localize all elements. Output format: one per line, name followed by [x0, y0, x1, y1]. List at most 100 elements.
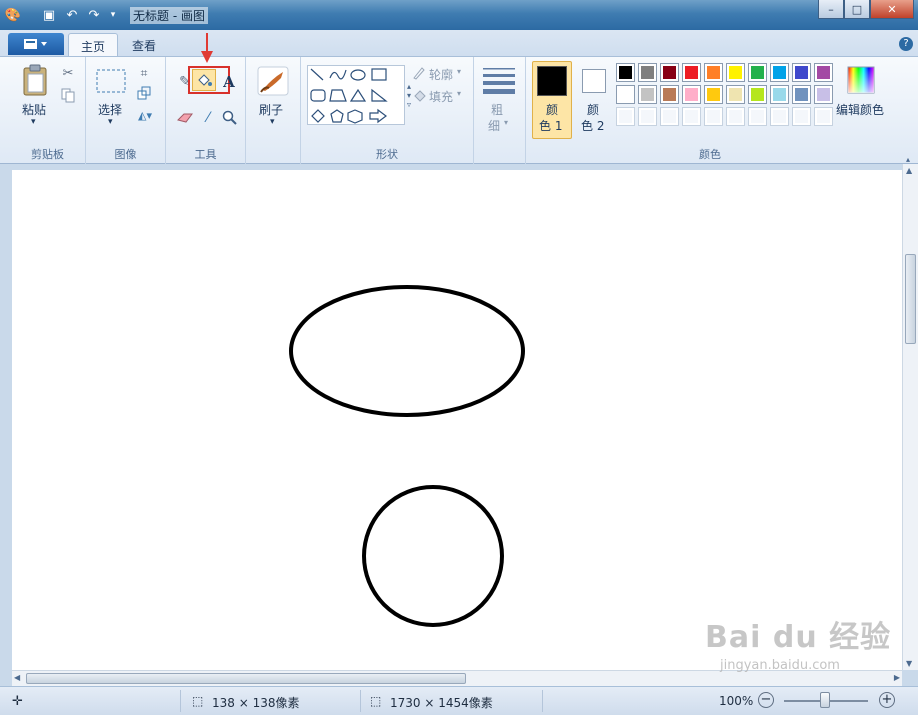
tab-home[interactable]: 主页	[68, 33, 119, 56]
palette-empty-swatch[interactable]	[770, 107, 789, 126]
scroll-down-icon[interactable]: ▼	[906, 659, 912, 668]
zoom-in-button[interactable]: +	[879, 692, 895, 708]
rotate-icon[interactable]: ◭▾	[134, 107, 156, 123]
ribbon-collapse-icon[interactable]: ▴	[906, 155, 910, 164]
palette-color-swatch[interactable]	[748, 63, 767, 82]
zoom-out-button[interactable]: −	[758, 692, 774, 708]
paste-icon[interactable]	[20, 63, 50, 97]
palette-color-swatch[interactable]	[792, 63, 811, 82]
brush-button[interactable]: 刷子	[259, 101, 283, 118]
select-button[interactable]: 选择	[98, 101, 122, 118]
color-picker-icon[interactable]: ⁄	[199, 109, 217, 127]
drawing-canvas[interactable]	[12, 170, 902, 670]
palette-color-swatch[interactable]	[814, 63, 833, 82]
horizontal-scroll-thumb[interactable]	[26, 673, 466, 684]
color2-label-top: 颜	[587, 103, 600, 117]
tab-view[interactable]: 查看	[120, 33, 168, 56]
palette-empty-swatch[interactable]	[704, 107, 723, 126]
brush-icon[interactable]	[256, 65, 290, 97]
palette-color-swatch[interactable]	[726, 63, 745, 82]
eraser-icon[interactable]	[176, 109, 194, 127]
size-label-bottom[interactable]: 细	[488, 117, 500, 134]
paste-dropdown-icon[interactable]: ▾	[31, 117, 36, 127]
status-divider	[180, 690, 181, 712]
palette-color-swatch[interactable]	[770, 63, 789, 82]
zoom-slider-thumb[interactable]	[820, 692, 830, 708]
select-icon[interactable]	[94, 67, 128, 95]
cut-icon[interactable]: ✂	[60, 65, 76, 81]
palette-color-swatch[interactable]	[682, 85, 701, 104]
undo-icon[interactable]: ↶	[63, 6, 81, 24]
close-button[interactable]: ✕	[870, 0, 914, 19]
size-group: 粗 细 ▾	[474, 57, 526, 164]
palette-empty-swatch[interactable]	[660, 107, 679, 126]
outline-dropdown-icon[interactable]: ▾	[457, 67, 461, 76]
scroll-left-icon[interactable]: ◀	[14, 673, 20, 682]
palette-color-swatch[interactable]	[616, 85, 635, 104]
palette-color-swatch[interactable]	[704, 63, 723, 82]
size-dropdown-icon[interactable]: ▾	[504, 118, 508, 127]
fill-dropdown-icon[interactable]: ▾	[457, 89, 461, 98]
fill-shape-icon[interactable]	[411, 87, 427, 103]
outline-button[interactable]: 轮廓	[429, 66, 453, 83]
tools-group: ✎ A ⁄ 工具	[166, 57, 246, 164]
edit-colors-button[interactable]: 编辑颜色	[836, 101, 884, 118]
select-dropdown-icon[interactable]: ▾	[108, 117, 113, 127]
drawn-circle[interactable]	[362, 485, 504, 627]
palette-empty-swatch[interactable]	[748, 107, 767, 126]
palette-empty-swatch[interactable]	[792, 107, 811, 126]
edit-colors-icon[interactable]	[846, 65, 876, 95]
paint-menu-button[interactable]	[8, 33, 64, 55]
palette-empty-swatch[interactable]	[726, 107, 745, 126]
palette-empty-swatch[interactable]	[814, 107, 833, 126]
color2-label-bottom: 色 2	[581, 119, 605, 133]
size-lines-icon[interactable]	[482, 65, 516, 95]
palette-color-swatch[interactable]	[638, 85, 657, 104]
palette-color-swatch[interactable]	[814, 85, 833, 104]
watermark-logo: Bai du 经验	[705, 620, 892, 655]
palette-color-swatch[interactable]	[638, 63, 657, 82]
crop-icon[interactable]: ⌗	[136, 65, 152, 81]
save-icon[interactable]: ▣	[40, 6, 58, 24]
vertical-scrollbar[interactable]: ▲ ▼	[902, 164, 918, 670]
palette-color-swatch[interactable]	[660, 63, 679, 82]
scroll-right-icon[interactable]: ▶	[894, 673, 900, 682]
palette-empty-swatch[interactable]	[616, 107, 635, 126]
palette-color-swatch[interactable]	[704, 85, 723, 104]
maximize-button[interactable]: □	[844, 0, 870, 19]
vertical-scroll-thumb[interactable]	[905, 254, 916, 344]
copy-icon[interactable]	[60, 87, 76, 103]
palette-empty-swatch[interactable]	[682, 107, 701, 126]
paint-app-icon[interactable]: 🎨	[4, 6, 22, 24]
status-bar: ✛ ⬚ 138 × 138像素 ⬚ 1730 × 1454像素 100% − +	[0, 686, 918, 715]
help-icon[interactable]: ?	[899, 37, 913, 51]
menu-icon	[24, 39, 47, 49]
redo-icon[interactable]: ↷	[85, 6, 103, 24]
paste-button[interactable]: 粘贴	[22, 101, 46, 118]
shapes-gallery[interactable]	[307, 65, 405, 125]
palette-color-swatch[interactable]	[682, 63, 701, 82]
workspace: ▲ ▼ ◀ ▶	[0, 164, 918, 686]
resize-icon[interactable]	[136, 85, 152, 101]
customize-quick-access-icon[interactable]: ▾	[104, 6, 122, 24]
zoom-level: 100%	[719, 694, 754, 708]
palette-color-swatch[interactable]	[792, 85, 811, 104]
minimize-button[interactable]: –	[818, 0, 844, 19]
status-divider	[542, 690, 543, 712]
palette-color-swatch[interactable]	[660, 85, 679, 104]
palette-color-swatch[interactable]	[726, 85, 745, 104]
magnifier-icon[interactable]	[221, 109, 239, 127]
color2-swatch[interactable]	[582, 69, 606, 93]
color1-swatch[interactable]	[537, 66, 567, 96]
palette-empty-swatch[interactable]	[638, 107, 657, 126]
outline-icon[interactable]	[411, 65, 427, 81]
drawn-ellipse[interactable]	[289, 285, 525, 417]
palette-color-swatch[interactable]	[748, 85, 767, 104]
text-tool-icon[interactable]: A	[220, 73, 238, 91]
scroll-up-icon[interactable]: ▲	[906, 166, 912, 175]
size-label-top[interactable]: 粗	[491, 101, 503, 118]
brush-dropdown-icon[interactable]: ▾	[270, 117, 275, 127]
palette-color-swatch[interactable]	[770, 85, 789, 104]
fill-shape-button[interactable]: 填充	[429, 88, 453, 105]
palette-color-swatch[interactable]	[616, 63, 635, 82]
